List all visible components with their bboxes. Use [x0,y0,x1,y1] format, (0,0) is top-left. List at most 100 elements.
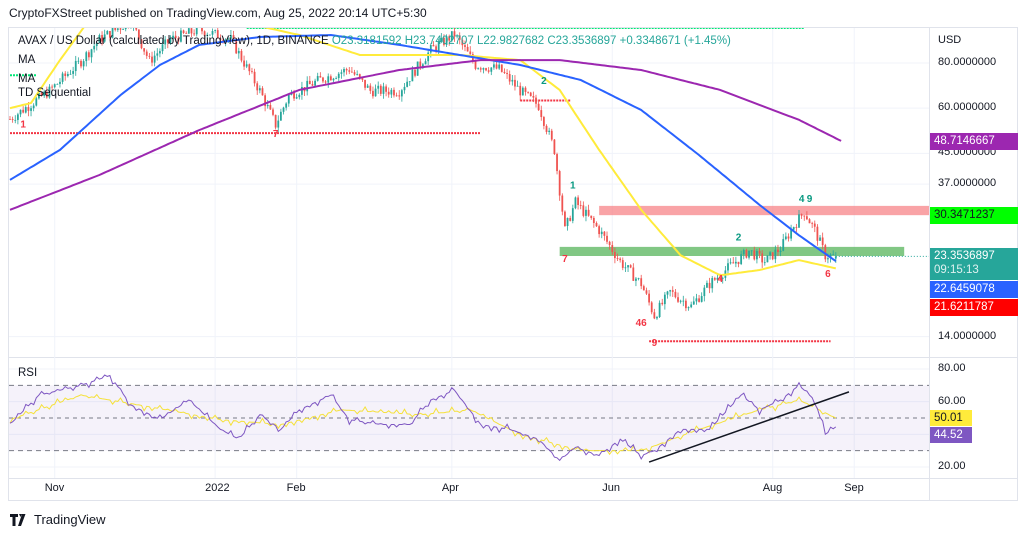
candle-body [351,71,353,73]
candle-body [272,109,274,115]
candle-body [27,107,30,111]
candle-body [159,51,161,54]
symbol-name: AVAX / US Dollar (calculated by TradingV… [18,35,329,47]
candle-body [606,235,608,242]
candle-body [800,214,803,216]
indicator-ma-50[interactable]: MA [18,54,35,66]
indicator-rsi[interactable]: RSI [18,367,37,379]
tradingview-logo[interactable]: TradingView [10,512,106,527]
candle-body [550,130,553,140]
candle-body [277,120,280,128]
candle-body [750,250,753,252]
candle-body [734,261,737,264]
candle-body [548,130,551,132]
candle-body [503,71,506,73]
candle-body [603,231,606,236]
candle-body [669,290,672,292]
candle-body [516,85,519,87]
moving-average-line [9,59,842,211]
candle-body [130,26,132,27]
ohlc-open: O23.3181592 [331,35,402,47]
candle-body [337,73,340,79]
candle-body [742,249,745,255]
candle-body [832,254,835,256]
candle-body [621,260,624,268]
time-tick-label: Jun [602,482,621,494]
candle-body [479,68,482,70]
candle-body [59,81,61,84]
candle-body [116,28,119,30]
candle-body [322,77,324,82]
candle-body [329,76,332,81]
candle-body [127,22,129,26]
candle-body [784,236,787,240]
candle-body [564,211,566,227]
candle-body [385,86,387,92]
brand-name: TradingView [34,512,106,527]
candle-body [595,222,598,227]
candle-body [529,92,532,96]
candle-body [795,227,798,228]
td-sequential-count: 7 [273,129,279,140]
candle-body [608,241,611,246]
candle-body [114,28,117,30]
candle-body [477,68,480,70]
candle-body [295,97,298,99]
candle-body [24,107,27,113]
indicator-td-sequential[interactable]: TD Sequential [18,87,91,99]
candle-body [798,214,800,228]
candle-body [156,53,159,56]
time-tick-label: Nov [44,482,65,494]
support-zone [559,246,905,256]
td-sequential-count: 9 [807,194,813,205]
candle-body [566,217,569,227]
candle-body [314,80,316,86]
candle-body [133,24,135,26]
candle-body [587,209,590,216]
price-tick-label: 80.0000000 [938,56,997,68]
candle-body [382,86,385,94]
candle-body [527,91,530,93]
td-sequential-count: 9 [652,338,658,349]
chart-canvas[interactable]: 946714 9671224 [0,0,1026,537]
candle-body [666,291,669,295]
indicator-ma-100[interactable]: MA [18,73,35,85]
candle-body [187,28,190,34]
candle-body [692,301,695,305]
candle-body [590,215,593,218]
candle-body [390,89,393,95]
candle-body [14,119,17,121]
candle-body [348,70,351,72]
candle-body [369,85,372,91]
candle-body [611,245,614,252]
candle-body [727,263,729,271]
candle-body [400,90,403,97]
currency-label[interactable]: USD [938,34,961,46]
rsi-pane[interactable] [9,374,929,463]
time-tick-label: Feb [286,482,306,494]
candle-body [398,95,401,97]
candle-body [308,80,311,85]
candle-body [485,68,487,71]
candle-body [353,72,356,75]
candle-body [151,56,153,63]
candle-body [287,94,290,104]
candle-body [585,209,587,216]
candle-body [542,117,545,126]
candle-body [535,97,537,104]
candle-body [469,51,472,55]
candle-body [524,87,527,92]
candle-body [406,81,409,87]
candle-body [761,253,764,263]
candle-body [740,254,743,265]
candle-body [324,81,327,83]
tradingview-chart: CryptoFXStreet published on TradingView.… [0,0,1026,537]
candle-body [19,109,22,115]
candle-body [645,290,648,294]
candle-body [374,88,377,97]
td-sequential-count: 1 [20,120,26,131]
candle-body [64,73,67,76]
symbol-legend[interactable]: AVAX / US Dollar (calculated by TradingV… [18,35,731,47]
candle-body [240,50,243,61]
candle-body [508,74,511,82]
